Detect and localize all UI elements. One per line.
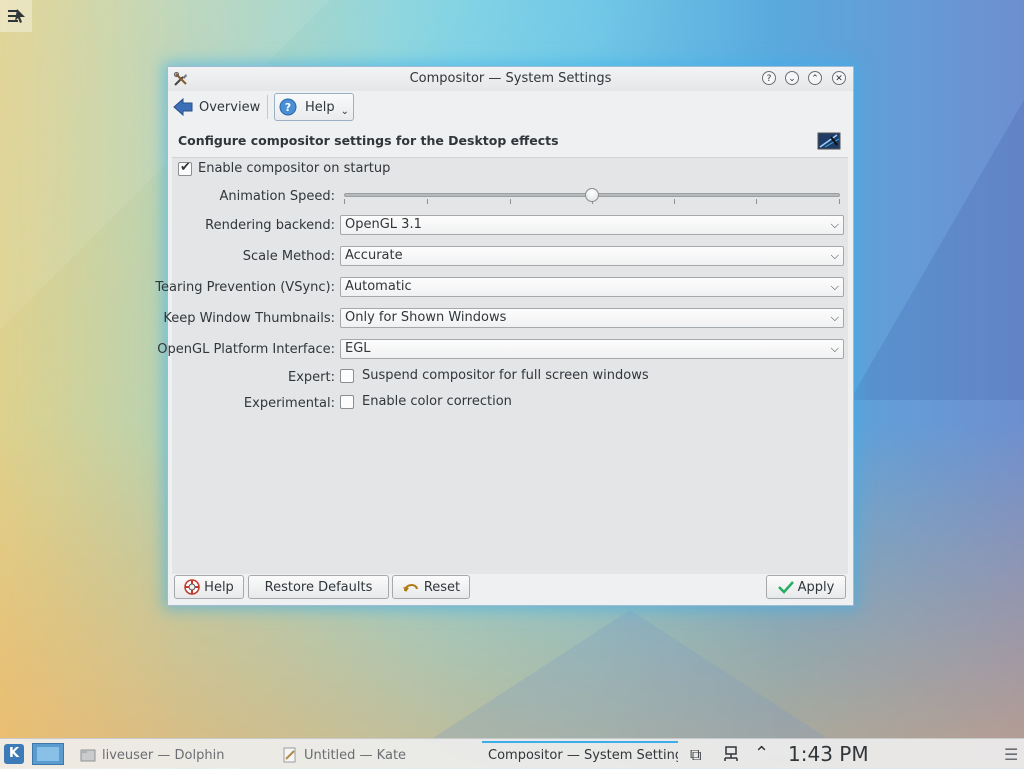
window-titlebar[interactable]: Compositor — System Settings ? ⌄ ⌃ ✕ [168,67,853,91]
clipboard-icon[interactable]: ⧉ [690,745,701,765]
slider-tick [344,199,345,204]
svg-text:?: ? [285,101,291,114]
window-maximize-button[interactable]: ⌃ [808,71,822,85]
reset-button[interactable]: Reset [392,575,470,599]
overview-button[interactable]: Overview [173,93,260,121]
wallpaper-shape [850,100,1024,400]
apply-button-label: Apply [797,579,835,595]
keep-thumbnails-select[interactable]: Only for Shown Windows ⌵ [340,308,844,328]
slider-tick [674,199,675,204]
task-kate[interactable]: Untitled — Kate [282,743,472,767]
keep-thumbnails-label: Keep Window Thumbnails: [163,311,335,326]
wallpaper-shape [430,610,830,740]
network-icon[interactable] [722,745,740,763]
suspend-compositor-label: Suspend compositor for full screen windo… [362,368,649,383]
color-correction-checkbox[interactable]: Enable color correction [340,394,512,409]
toolbar-separator [267,95,268,119]
rendering-backend-label: Rendering backend: [205,218,335,233]
keep-thumbnails-value: Only for Shown Windows [345,310,507,325]
dialog-button-bar: Help Restore Defaults Reset Apply [168,575,853,603]
desktop-menu-icon [8,9,25,23]
desktop-pager[interactable] [32,743,64,765]
slider-tick [427,199,428,204]
slider-tick [510,199,511,204]
clock[interactable]: 1:43 PM [788,742,869,766]
overview-label: Overview [199,99,261,115]
panel-menu-icon[interactable]: ☰ [1004,745,1018,764]
color-correction-label: Enable color correction [362,394,512,409]
content-area: Configure compositor settings for the De… [155,125,848,575]
help-menu-label: Help [305,99,335,115]
tearing-prevention-select[interactable]: Automatic ⌵ [340,277,844,297]
scale-method-value: Accurate [345,248,403,263]
chevron-up-icon[interactable]: ⌃ [754,743,769,764]
scale-method-label: Scale Method: [242,249,335,264]
reset-icon [402,584,418,592]
chevron-down-icon: ⌄ [340,105,350,117]
folder-icon [80,749,96,762]
chevron-down-icon: ⌵ [830,249,839,262]
text-editor-icon [283,747,296,763]
checkmark-icon [777,581,794,594]
application-launcher-button[interactable]: K [4,744,24,764]
rendering-backend-value: OpenGL 3.1 [345,217,422,232]
help-button-label: Help [204,579,234,595]
taskbar: K liveuser — Dolphin Untitled — Kate Com… [0,738,1024,769]
desktop-effects-icon [817,132,841,150]
task-dolphin[interactable]: liveuser — Dolphin [80,743,260,767]
enable-compositor-checkbox[interactable]: ✔ Enable compositor on startup [178,159,391,176]
window-minimize-button[interactable]: ⌄ [785,71,799,85]
animation-speed-label: Animation Speed: [219,189,335,204]
toolbar: Overview ? Help ⌄ [168,91,853,123]
slider-handle[interactable] [585,188,599,202]
tearing-prevention-value: Automatic [345,279,412,294]
suspend-compositor-checkbox[interactable]: Suspend compositor for full screen windo… [340,368,649,383]
checkbox-box [340,394,354,409]
help-icon: ? [279,98,297,116]
help-menu-button[interactable]: ? Help ⌄ [274,93,355,121]
scale-method-select[interactable]: Accurate ⌵ [340,246,844,266]
chevron-down-icon: ⌵ [830,342,839,355]
checkbox-box [340,368,354,383]
chevron-down-icon: ⌵ [830,311,839,324]
page-header: Configure compositor settings for the De… [178,133,559,148]
window-close-button[interactable]: ✕ [832,71,846,85]
lifebuoy-icon [184,579,200,595]
opengl-platform-label: OpenGL Platform Interface: [157,342,335,357]
experimental-label: Experimental: [243,396,335,411]
pager-desktop-1 [37,747,59,761]
checkmark-icon: ✔ [180,159,191,175]
opengl-platform-value: EGL [345,341,371,356]
task-label: liveuser — Dolphin [102,747,225,763]
desktop-toolbox-button[interactable] [0,0,32,32]
settings-panel: ✔ Enable compositor on startup Animation… [155,157,848,574]
apply-button[interactable]: Apply [766,575,846,599]
back-arrow-icon [173,98,193,116]
opengl-platform-select[interactable]: EGL ⌵ [340,339,844,359]
task-label: Compositor — System Settings [488,747,678,763]
restore-defaults-button[interactable]: Restore Defaults [248,575,389,599]
task-label: Untitled — Kate [304,747,407,763]
task-system-settings[interactable]: Compositor — System Settings [482,741,678,767]
enable-compositor-label: Enable compositor on startup [198,161,391,176]
reset-button-label: Reset [423,579,461,595]
slider-tick [756,199,757,204]
settings-window: Compositor — System Settings ? ⌄ ⌃ ✕ Ove… [155,66,854,606]
expert-label: Expert: [288,370,335,385]
rendering-backend-select[interactable]: OpenGL 3.1 ⌵ [340,215,844,235]
tearing-prevention-label: Tearing Prevention (VSync): [155,280,335,295]
chevron-down-icon: ⌵ [830,218,839,231]
help-button[interactable]: Help [174,575,244,599]
checkbox-box: ✔ [178,159,192,176]
restore-defaults-label: Restore Defaults [264,579,373,595]
window-title: Compositor — System Settings [409,71,612,86]
window-help-button[interactable]: ? [762,71,776,85]
chevron-down-icon: ⌵ [830,280,839,293]
slider-tick [839,199,840,204]
